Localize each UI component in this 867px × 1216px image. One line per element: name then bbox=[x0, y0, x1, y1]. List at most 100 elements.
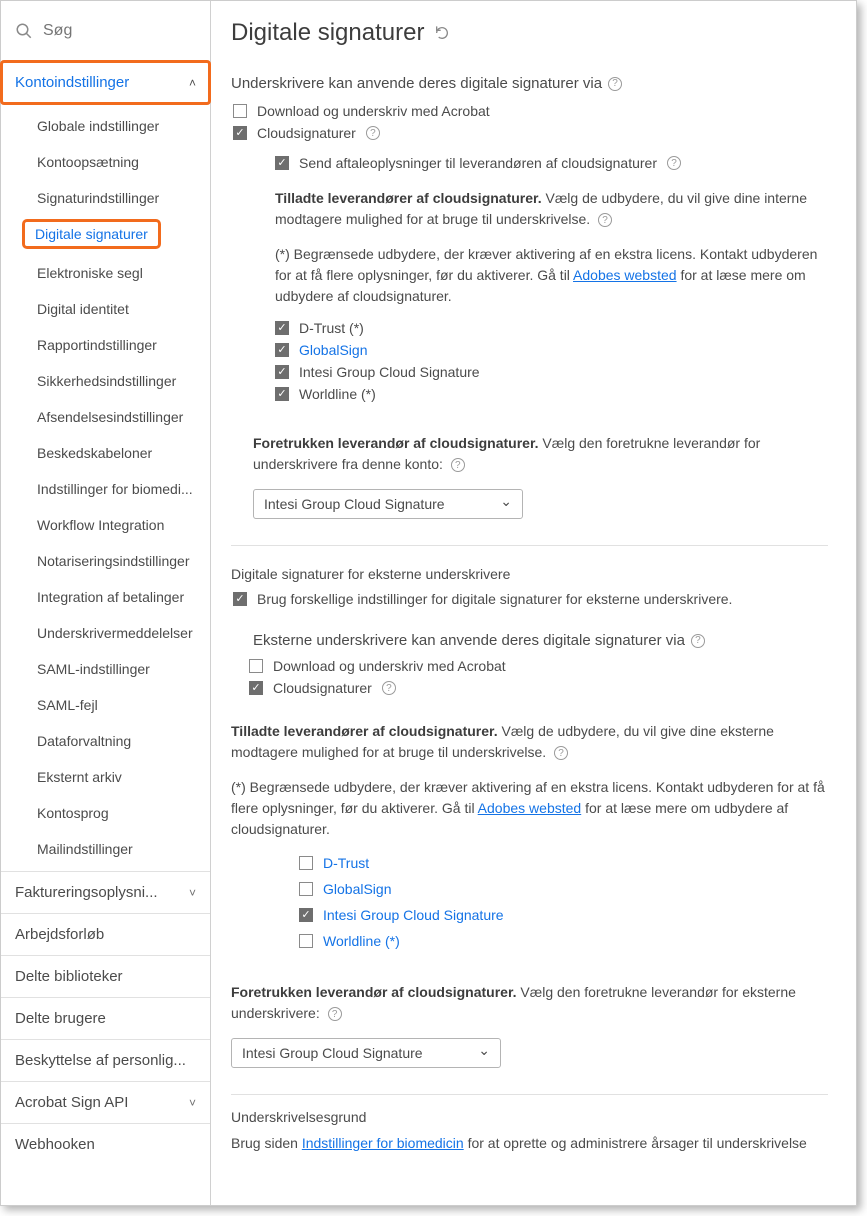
info-icon[interactable]: ? bbox=[598, 213, 612, 227]
sidebar-item[interactable]: Workflow Integration bbox=[1, 507, 210, 543]
checkbox-provider[interactable]: D-Trust (*) bbox=[275, 317, 828, 339]
checkbox-label: GlobalSign bbox=[323, 881, 392, 897]
info-icon[interactable]: ? bbox=[691, 634, 705, 648]
preferred-provider-dropdown-ext[interactable]: Intesi Group Cloud Signature bbox=[231, 1038, 501, 1068]
checkbox-icon bbox=[299, 856, 313, 870]
checkbox-provider[interactable]: D-Trust bbox=[299, 850, 828, 876]
nav-group[interactable]: Delte biblioteker bbox=[1, 955, 210, 997]
nav-group[interactable]: Beskyttelse af personlig... bbox=[1, 1039, 210, 1081]
sidebar-item[interactable]: Mailindstillinger bbox=[1, 831, 210, 867]
sidebar-item[interactable]: Indstillinger for biomedi... bbox=[1, 471, 210, 507]
refresh-icon[interactable] bbox=[434, 25, 450, 41]
page-title-text: Digitale signaturer bbox=[231, 19, 424, 47]
checkbox-download-acrobat[interactable]: Download og underskriv med Acrobat bbox=[233, 100, 828, 122]
checkbox-provider[interactable]: Intesi Group Cloud Signature bbox=[299, 902, 828, 928]
checkbox-cloud-signatures[interactable]: Cloudsignaturer ? bbox=[233, 122, 828, 144]
checkbox-provider[interactable]: Worldline (*) bbox=[299, 928, 828, 954]
chevron-down-icon: ˅ bbox=[189, 886, 196, 900]
divider bbox=[231, 545, 828, 546]
sidebar-item[interactable]: Eksternt arkiv bbox=[1, 759, 210, 795]
search-icon bbox=[15, 22, 33, 40]
info-icon[interactable]: ? bbox=[366, 126, 380, 140]
checkbox-icon bbox=[299, 934, 313, 948]
checkbox-icon bbox=[299, 908, 313, 922]
nav-group[interactable]: Faktureringsoplysni...˅ bbox=[1, 871, 210, 913]
sidebar-item[interactable]: Globale indstillinger bbox=[1, 108, 210, 144]
checkbox-label: Worldline (*) bbox=[323, 933, 400, 949]
nav-group-label: Delte brugere bbox=[15, 1010, 106, 1027]
sidebar-item[interactable]: Signaturindstillinger bbox=[1, 180, 210, 216]
nav-group-label: Arbejdsforløb bbox=[15, 926, 104, 943]
sidebar-item[interactable]: Kontosprog bbox=[1, 795, 210, 831]
preferred-provider-text-ext: Foretrukken leverandør af cloudsignature… bbox=[231, 982, 828, 1024]
sidebar-item[interactable]: SAML-indstillinger bbox=[1, 651, 210, 687]
sidebar-item[interactable]: Rapportindstillinger bbox=[1, 327, 210, 363]
nav-group[interactable]: Delte brugere bbox=[1, 997, 210, 1039]
info-icon[interactable]: ? bbox=[328, 1007, 342, 1021]
sidebar-item[interactable]: Sikkerhedsindstillinger bbox=[1, 363, 210, 399]
section-signers-via: Underskrivere kan anvende deres digitale… bbox=[231, 75, 828, 92]
checkbox-icon bbox=[275, 365, 289, 379]
nav-group[interactable]: Acrobat Sign API˅ bbox=[1, 1081, 210, 1123]
sidebar-item[interactable]: Dataforvaltning bbox=[1, 723, 210, 759]
nav-group[interactable]: Arbejdsforløb bbox=[1, 913, 210, 955]
sidebar-item[interactable]: Afsendelsesindstillinger bbox=[1, 399, 210, 435]
checkbox-icon bbox=[275, 387, 289, 401]
biomedicine-settings-link[interactable]: Indstillinger for biomedicin bbox=[302, 1135, 464, 1151]
checkbox-download-acrobat-ext[interactable]: Download og underskriv med Acrobat bbox=[249, 655, 828, 677]
info-icon[interactable]: ? bbox=[451, 458, 465, 472]
allowed-providers-text: Tilladte leverandører af cloudsignaturer… bbox=[275, 188, 828, 230]
sidebar-item[interactable]: Digital identitet bbox=[1, 291, 210, 327]
adobe-website-link[interactable]: Adobes websted bbox=[573, 267, 677, 283]
restricted-note: (*) Begrænsede udbydere, der kræver akti… bbox=[275, 244, 828, 307]
sidebar-item[interactable]: Integration af betalinger bbox=[1, 579, 210, 615]
info-icon[interactable]: ? bbox=[554, 746, 568, 760]
search-row bbox=[1, 1, 210, 61]
info-icon[interactable]: ? bbox=[382, 681, 396, 695]
checkbox-icon bbox=[299, 882, 313, 896]
divider bbox=[231, 1094, 828, 1095]
allowed-providers-text-ext: Tilladte leverandører af cloudsignaturer… bbox=[231, 721, 828, 763]
signing-reason-text: Brug siden Indstillinger for biomedicin … bbox=[231, 1135, 828, 1151]
checkbox-cloud-signatures-ext[interactable]: Cloudsignaturer ? bbox=[249, 677, 828, 699]
checkbox-label: Intesi Group Cloud Signature bbox=[323, 907, 504, 923]
dropdown-value: Intesi Group Cloud Signature bbox=[264, 496, 445, 512]
checkbox-label: Send aftaleoplysninger til leverandøren … bbox=[299, 155, 657, 171]
checkbox-label: Cloudsignaturer bbox=[257, 125, 356, 141]
checkbox-provider[interactable]: Worldline (*) bbox=[275, 383, 828, 405]
checkbox-label: Download og underskriv med Acrobat bbox=[273, 658, 506, 674]
checkbox-label: Intesi Group Cloud Signature bbox=[299, 364, 480, 380]
checkbox-send-provider[interactable]: Send aftaleoplysninger til leverandøren … bbox=[275, 152, 828, 174]
sidebar-item[interactable]: Notariseringsindstillinger bbox=[1, 543, 210, 579]
checkbox-icon bbox=[233, 592, 247, 606]
checkbox-provider[interactable]: Intesi Group Cloud Signature bbox=[275, 361, 828, 383]
sidebar-item[interactable]: Underskrivermeddelelser bbox=[1, 615, 210, 651]
adobe-website-link[interactable]: Adobes websted bbox=[478, 800, 582, 816]
section-external-signers: Digitale signaturer for eksterne undersk… bbox=[231, 566, 828, 582]
checkbox-use-different-external[interactable]: Brug forskellige indstillinger for digit… bbox=[233, 588, 828, 610]
sidebar-item[interactable]: Elektroniske segl bbox=[1, 255, 210, 291]
provider-list-internal: D-Trust (*) GlobalSign Intesi Group Cloud … bbox=[275, 317, 828, 405]
checkbox-label: Download og underskriv med Acrobat bbox=[257, 103, 490, 119]
section-signing-reason: Underskrivelsesgrund bbox=[231, 1109, 828, 1125]
nav-group-account-settings[interactable]: Kontoindstillinger ˄ bbox=[1, 61, 210, 104]
sidebar-item[interactable]: Beskedskabeloner bbox=[1, 435, 210, 471]
checkbox-label: GlobalSign bbox=[299, 342, 368, 358]
preferred-provider-dropdown[interactable]: Intesi Group Cloud Signature bbox=[253, 489, 523, 519]
checkbox-provider[interactable]: GlobalSign bbox=[299, 876, 828, 902]
preferred-provider-text: Foretrukken leverandør af cloudsignature… bbox=[253, 433, 828, 475]
sidebar: Kontoindstillinger ˄ Globale indstilling… bbox=[1, 1, 211, 1205]
checkbox-label: Cloudsignaturer bbox=[273, 680, 372, 696]
restricted-note-ext: (*) Begrænsede udbydere, der kræver akti… bbox=[231, 777, 828, 840]
sidebar-item[interactable]: SAML-fejl bbox=[1, 687, 210, 723]
nav-group-label: Delte biblioteker bbox=[15, 968, 123, 985]
nav-group[interactable]: Webhooken bbox=[1, 1123, 210, 1165]
search-input[interactable] bbox=[43, 22, 250, 40]
checkbox-provider[interactable]: GlobalSign bbox=[275, 339, 828, 361]
nav-group-label: Beskyttelse af personlig... bbox=[15, 1052, 186, 1069]
chevron-down-icon: ˅ bbox=[189, 1096, 196, 1110]
sidebar-item[interactable]: Digitale signaturer bbox=[23, 220, 160, 248]
sidebar-item[interactable]: Kontoopsætning bbox=[1, 144, 210, 180]
info-icon[interactable]: ? bbox=[608, 77, 622, 91]
info-icon[interactable]: ? bbox=[667, 156, 681, 170]
